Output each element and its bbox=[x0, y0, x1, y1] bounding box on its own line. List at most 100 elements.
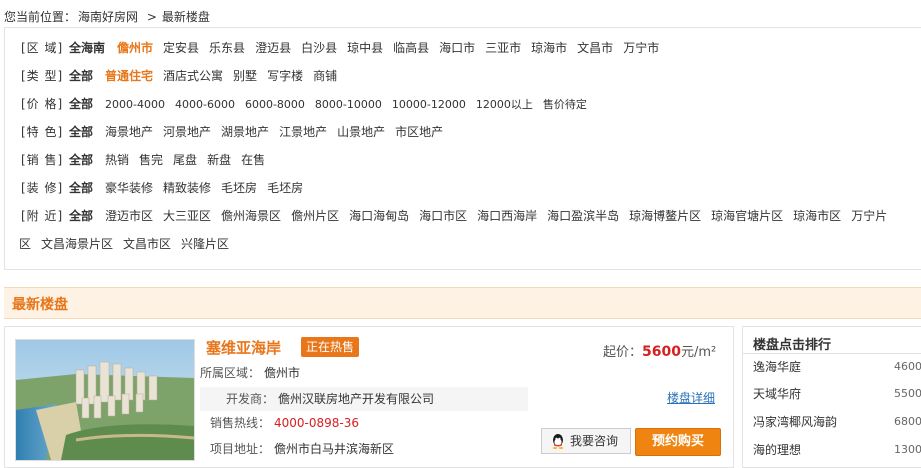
filter-option[interactable]: 白沙县 bbox=[301, 38, 337, 58]
price-value: 5600 bbox=[642, 344, 681, 360]
filter-option[interactable]: 海口盈滨半岛 bbox=[547, 206, 619, 226]
filter-option[interactable]: 海口市区 bbox=[419, 206, 467, 226]
filter-option[interactable]: 儋州片区 bbox=[291, 206, 339, 226]
filter-option[interactable]: 澄迈县 bbox=[255, 38, 291, 58]
filter-option-all[interactable]: 全部 bbox=[69, 66, 93, 86]
filter-option[interactable]: 售完 bbox=[139, 150, 163, 170]
ranking-item-price: 5500 bbox=[894, 387, 921, 400]
filter-option[interactable]: 12000以上 bbox=[476, 95, 533, 115]
ranking-divider bbox=[743, 353, 921, 354]
filter-option[interactable]: 湖景地产 bbox=[221, 122, 269, 142]
filter-row: [销 售] 全部 热销 售完 尾盘 新盘 在售 bbox=[21, 150, 275, 170]
breadcrumb: 您当前位置： 海南好房网 > 最新楼盘 bbox=[4, 9, 212, 25]
filter-option[interactable]: 三亚市 bbox=[485, 38, 521, 58]
ranking-item-price: 4600 bbox=[894, 360, 921, 373]
breadcrumb-separator: > bbox=[146, 10, 157, 24]
ranking-item[interactable]: 冯家湾椰风海韵 6800 bbox=[753, 412, 921, 432]
property-detail-link[interactable]: 楼盘详细 bbox=[667, 389, 715, 406]
filter-option[interactable]: 文昌市区 bbox=[123, 234, 171, 254]
filter-option[interactable]: 普通住宅 bbox=[105, 66, 153, 86]
ranking-item-name: 冯家湾椰风海韵 bbox=[753, 415, 838, 429]
filter-option-all[interactable]: 全部 bbox=[69, 206, 93, 226]
filter-option[interactable]: 海景地产 bbox=[105, 122, 153, 142]
hot-sale-badge: 正在热售 bbox=[301, 337, 359, 357]
filter-option-all[interactable]: 全海南 bbox=[69, 38, 105, 58]
filter-row-label: [价 格] bbox=[21, 97, 64, 111]
filter-option[interactable]: 豪华装修 bbox=[105, 178, 153, 198]
filter-option[interactable]: 琼中县 bbox=[347, 38, 383, 58]
filter-option[interactable]: 临高县 bbox=[393, 38, 429, 58]
section-header: 最新楼盘 bbox=[4, 287, 921, 319]
filter-option[interactable]: 市区地产 bbox=[395, 122, 443, 142]
ranking-item[interactable]: 逸海华庭 4600 bbox=[753, 357, 921, 377]
ranking-item-name: 海的理想 bbox=[753, 443, 802, 457]
filter-row-label: [销 售] bbox=[21, 153, 64, 167]
filter-option[interactable]: 江景地产 bbox=[279, 122, 327, 142]
filter-option[interactable]: 在售 bbox=[241, 150, 265, 170]
ranking-item-name: 逸海华庭 bbox=[753, 360, 802, 374]
filter-option[interactable]: 澄迈市区 bbox=[105, 206, 153, 226]
filter-option[interactable]: 海口西海岸 bbox=[477, 206, 537, 226]
filter-option-all[interactable]: 全部 bbox=[69, 122, 93, 142]
filter-option[interactable]: 别墅 bbox=[233, 66, 257, 86]
filter-option[interactable]: 酒店式公寓 bbox=[163, 66, 223, 86]
filter-option[interactable]: 毛坯房 bbox=[221, 178, 257, 198]
filter-row: [类 型] 全部 普通住宅 酒店式公寓 别墅 写字楼 商铺 bbox=[21, 66, 347, 86]
filter-option[interactable]: 儋州市 bbox=[117, 38, 153, 58]
filter-row-label: [区 域] bbox=[21, 41, 64, 55]
breadcrumb-home-link[interactable]: 海南好房网 bbox=[78, 10, 138, 24]
book-purchase-button[interactable]: 预约购买 bbox=[635, 428, 721, 456]
filter-row: [装 修] 全部 豪华装修 精致装修 毛坯房 毛坯房 bbox=[21, 178, 313, 198]
filter-option[interactable]: 万宁片 bbox=[851, 206, 887, 226]
filter-option[interactable]: 大三亚区 bbox=[163, 206, 211, 226]
filter-option-all[interactable]: 全部 bbox=[69, 94, 93, 114]
starting-price: 起价：5600元/m² bbox=[603, 341, 716, 360]
property-name-link[interactable]: 塞维亚海岸 bbox=[206, 337, 281, 358]
filter-option[interactable]: 万宁市 bbox=[623, 38, 659, 58]
breadcrumb-current: 最新楼盘 bbox=[161, 10, 210, 24]
filter-option[interactable]: 山景地产 bbox=[337, 122, 385, 142]
filter-option[interactable]: 乐东县 bbox=[209, 38, 245, 58]
developer-row: 开发商： 儋州汉联房地产开发有限公司 bbox=[200, 387, 528, 411]
filter-option[interactable]: 文昌海景片区 bbox=[41, 234, 113, 254]
filter-option[interactable]: 琼海博鳌片区 bbox=[629, 206, 701, 226]
filter-option[interactable]: 毛坯房 bbox=[267, 178, 303, 198]
filter-row: [区 域] 全海南 儋州市 定安县 乐东县 澄迈县 白沙县 琼中县 临高县 海口市 三亚市 琼海市 文昌… bbox=[21, 38, 669, 58]
ranking-item-price: 13000 bbox=[894, 443, 921, 456]
consult-button[interactable]: 我要咨询 bbox=[541, 428, 631, 454]
filter-option[interactable]: 商铺 bbox=[313, 66, 337, 86]
filter-option[interactable]: 定安县 bbox=[163, 38, 199, 58]
filter-option-all[interactable]: 全部 bbox=[69, 178, 93, 198]
filter-option[interactable]: 售价待定 bbox=[543, 95, 587, 115]
filter-option[interactable]: 琼海市区 bbox=[793, 206, 841, 226]
filter-row-label: [特 色] bbox=[21, 125, 64, 139]
ranking-item[interactable]: 天域华府 5500 bbox=[753, 384, 921, 404]
filter-option[interactable]: 精致装修 bbox=[163, 178, 211, 198]
filter-option[interactable]: 热销 bbox=[105, 150, 129, 170]
filter-option[interactable]: 6000-8000 bbox=[245, 95, 305, 115]
developer-value: 儋州汉联房地产开发有限公司 bbox=[278, 392, 435, 406]
price-label: 起价： bbox=[603, 345, 643, 360]
filter-option[interactable]: 新盘 bbox=[207, 150, 231, 170]
filter-row-label: [类 型] bbox=[21, 69, 64, 83]
property-thumbnail[interactable] bbox=[15, 339, 195, 461]
filter-option[interactable]: 4000-6000 bbox=[175, 95, 235, 115]
filter-option[interactable]: 2000-4000 bbox=[105, 95, 165, 115]
filter-option[interactable]: 琼海市 bbox=[531, 38, 567, 58]
address-row: 项目地址： 儋州市白马井滨海新区 bbox=[200, 437, 394, 461]
filter-option[interactable]: 海口海甸岛 bbox=[349, 206, 409, 226]
filter-option[interactable]: 琼海官塘片区 bbox=[711, 206, 783, 226]
filter-option[interactable]: 文昌市 bbox=[577, 38, 613, 58]
filter-option[interactable]: 10000-12000 bbox=[392, 95, 466, 115]
filter-option[interactable]: 海口市 bbox=[439, 38, 475, 58]
filter-option[interactable]: 尾盘 bbox=[173, 150, 197, 170]
filter-option[interactable]: 河景地产 bbox=[163, 122, 211, 142]
developer-label: 开发商： bbox=[226, 392, 275, 406]
hotline-value: 4000-0898-36 bbox=[274, 416, 360, 430]
filter-option[interactable]: 8000-10000 bbox=[315, 95, 382, 115]
filter-option-all[interactable]: 全部 bbox=[69, 150, 93, 170]
filter-option[interactable]: 兴隆片区 bbox=[181, 234, 229, 254]
ranking-item[interactable]: 海的理想 13000 bbox=[753, 440, 921, 460]
filter-option[interactable]: 儋州海景区 bbox=[221, 206, 281, 226]
filter-option[interactable]: 写字楼 bbox=[267, 66, 303, 86]
